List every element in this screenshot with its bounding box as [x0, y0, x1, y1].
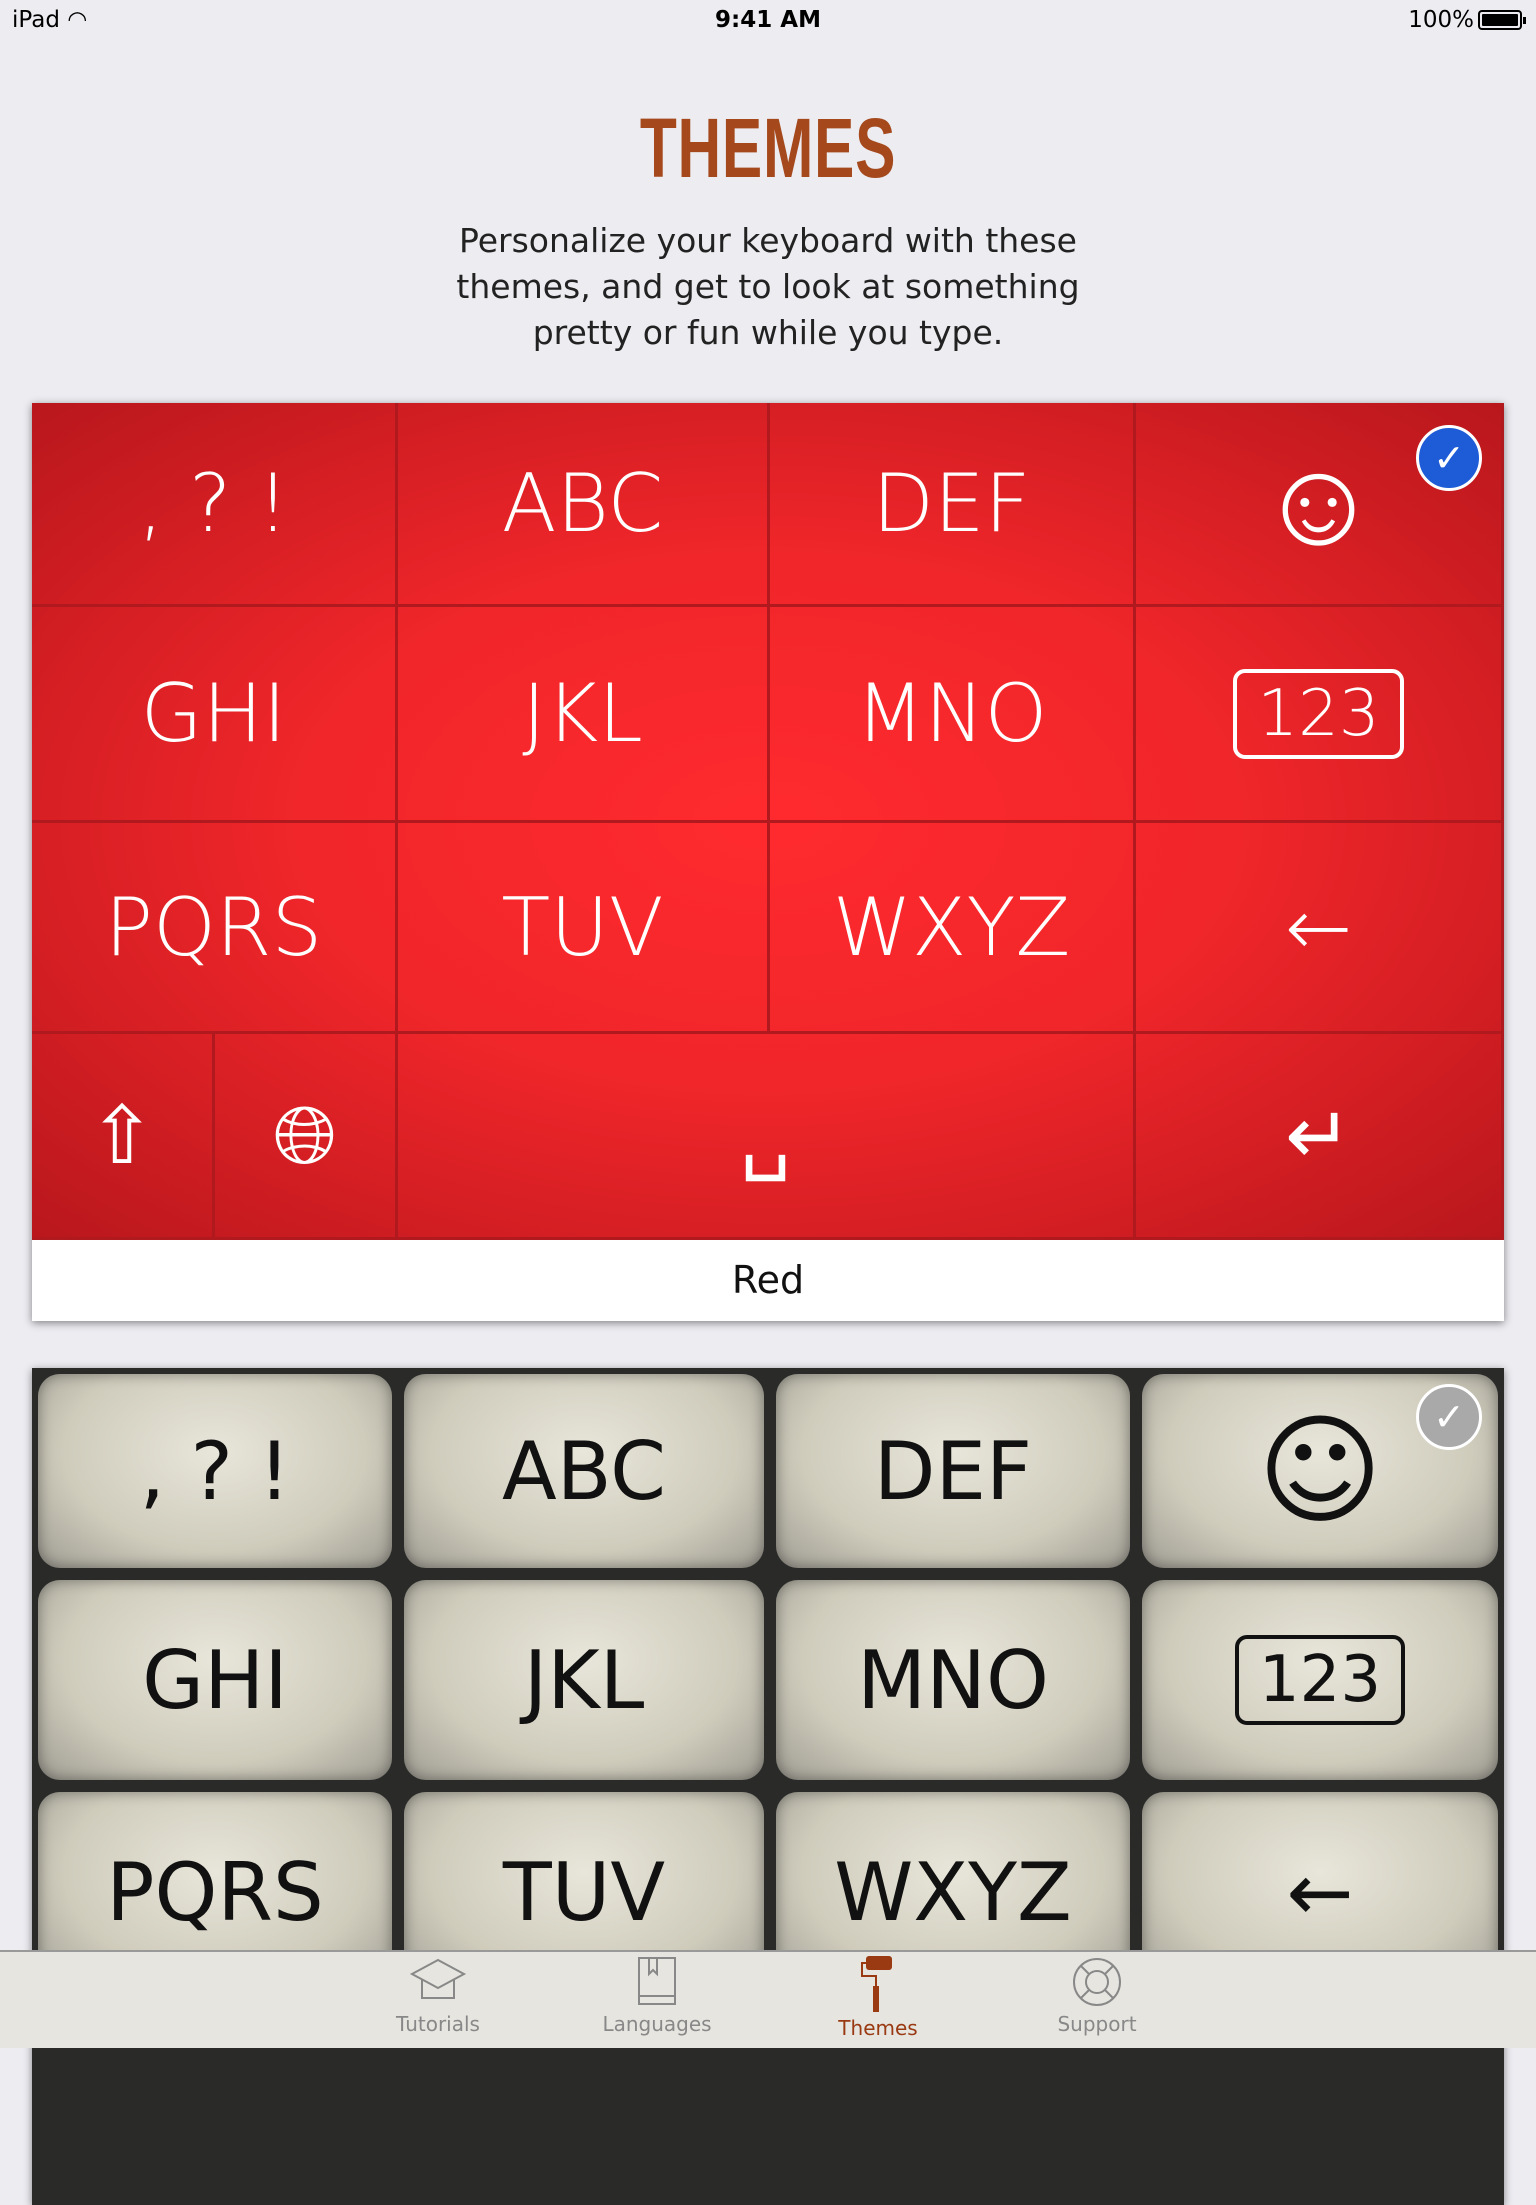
key-mno: MNO [770, 607, 1136, 823]
key-mno: MNO [776, 1580, 1130, 1780]
tab-label: Tutorials [396, 2012, 480, 2036]
tab-label: Themes [838, 2016, 918, 2040]
page-description: Personalize your keyboard with these the… [456, 221, 1080, 352]
key-numbers: 123 [1136, 607, 1504, 823]
arrow-left-icon: ← [1286, 1845, 1354, 1939]
smiley-icon: ☺ [1257, 1401, 1383, 1541]
globe-icon: 🌐︎ [273, 1088, 337, 1182]
paint-roller-icon [861, 1956, 892, 2012]
key-ghi: GHI [32, 607, 398, 823]
key-wxyz: WXYZ [770, 823, 1136, 1034]
tab-languages[interactable]: Languages [587, 1956, 727, 2036]
keyboard-preview: , ? ! ABC DEF ☺ GHI JKL MNO 123 PQRS TUV… [32, 1368, 1504, 2205]
arrow-left-icon: ← [1284, 880, 1353, 974]
numbers-label: 123 [1234, 1635, 1406, 1725]
tab-label: Languages [602, 2012, 712, 2036]
key-punct: , ? ! [32, 403, 398, 607]
key-space: ␣ [398, 1034, 1136, 1240]
key-shift: ⇧ [32, 1034, 215, 1240]
keyboard-preview: , ? ! ABC DEF ☺ GHI JKL MNO 123 PQRS TUV… [32, 403, 1504, 1240]
return-icon: ↵ [1284, 1089, 1353, 1182]
graduation-cap-icon [409, 1958, 467, 1999]
key-abc: ABC [404, 1374, 764, 1568]
key-def: DEF [776, 1374, 1130, 1568]
key-abc: ABC [398, 403, 770, 607]
theme-name: Red [32, 1240, 1504, 1321]
space-icon: ␣ [740, 1089, 791, 1182]
status-bar: iPad ◠ 9:41 AM 100% [0, 0, 1536, 40]
theme-card-red[interactable]: , ? ! ABC DEF ☺ GHI JKL MNO 123 PQRS TUV… [32, 403, 1504, 1321]
key-return: ↵ [1136, 1034, 1504, 1240]
key-jkl: JKL [404, 1580, 764, 1780]
book-icon [638, 1957, 676, 2005]
key-numbers: 123 [1142, 1580, 1498, 1780]
clock: 9:41 AM [715, 7, 821, 33]
key-tuv: TUV [398, 823, 770, 1034]
battery-icon [1478, 10, 1526, 30]
battery-percent: 100% [1408, 7, 1474, 33]
page-title: THEMES [639, 101, 897, 195]
key-jkl: JKL [398, 607, 770, 823]
tab-tutorials[interactable]: Tutorials [368, 1956, 508, 2036]
tab-themes[interactable]: Themes [808, 1956, 948, 2040]
theme-card-silver[interactable]: , ? ! ABC DEF ☺ GHI JKL MNO 123 PQRS TUV… [32, 1368, 1504, 2205]
key-punct: , ? ! [38, 1374, 392, 1568]
tab-label: Support [1057, 2012, 1137, 2036]
selected-check-icon[interactable]: ✓ [1416, 425, 1482, 491]
key-pqrs: PQRS [32, 823, 398, 1034]
key-def: DEF [770, 403, 1136, 607]
smiley-icon: ☺ [1257, 434, 1380, 573]
key-globe: 🌐︎ [215, 1034, 398, 1240]
unselected-check-icon[interactable]: ✓ [1416, 1384, 1482, 1450]
shift-icon: ⇧ [88, 1089, 156, 1182]
key-backspace: ← [1136, 823, 1504, 1034]
tab-support[interactable]: Support [1027, 1956, 1167, 2036]
numbers-label: 123 [1233, 668, 1404, 759]
key-ghi: GHI [38, 1580, 392, 1780]
lifebuoy-icon [1073, 1958, 1121, 2006]
tab-bar: Tutorials Languages Themes Support [0, 1950, 1536, 2048]
